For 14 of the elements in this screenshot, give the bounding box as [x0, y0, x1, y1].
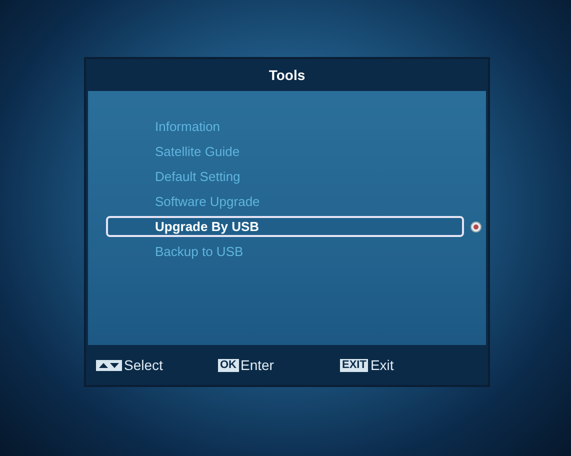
window-title: Tools [86, 59, 488, 91]
menu-item[interactable]: Satellite Guide [106, 141, 464, 162]
up-down-arrows-icon [96, 360, 122, 370]
radio-dot-icon [470, 220, 482, 232]
key-label: OK [218, 358, 238, 372]
menu-item[interactable]: Backup to USB [106, 241, 464, 262]
key-label: EXIT [340, 358, 368, 372]
hint-label: Select [124, 357, 163, 373]
hint-label: Exit [370, 357, 394, 373]
menu-item[interactable]: Information [106, 116, 464, 137]
menu-item[interactable]: Upgrade By USB [106, 216, 464, 237]
menu-item[interactable]: Default Setting [106, 166, 464, 187]
hint-label: Enter [240, 357, 274, 373]
menu-item[interactable]: Software Upgrade [106, 191, 464, 212]
